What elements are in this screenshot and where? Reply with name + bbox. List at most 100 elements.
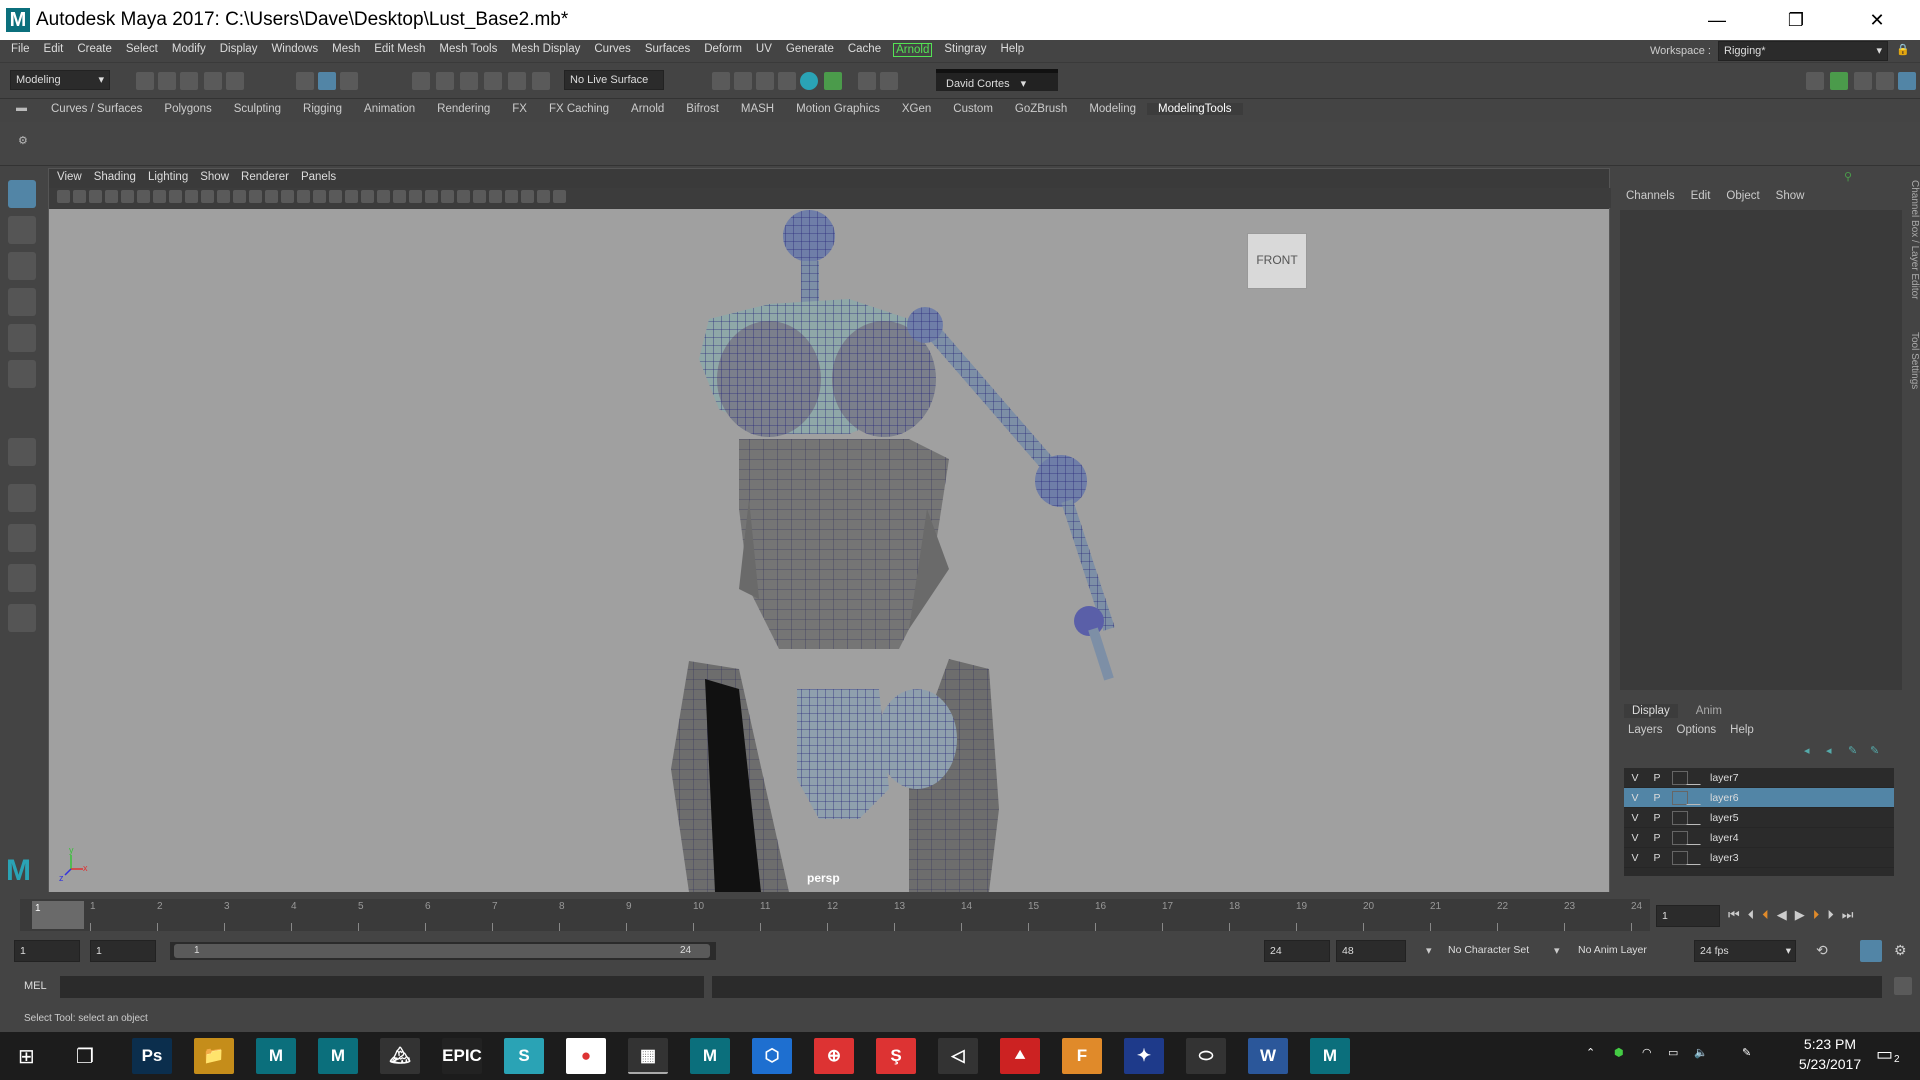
layer-type-icon[interactable]	[1686, 830, 1712, 845]
shelf-tab-custom[interactable]: Custom	[942, 103, 1004, 115]
pause-ipr-icon[interactable]	[880, 72, 898, 90]
new-layer-selected-icon[interactable]: ✎	[1870, 744, 1879, 757]
range-handle[interactable]	[174, 944, 710, 958]
viewport-3d[interactable]: x y z FRONT persp	[49, 209, 1609, 892]
panel-toolbar-icon[interactable]	[393, 190, 406, 203]
shelf-tab-arnold[interactable]: Arnold	[620, 103, 675, 115]
panel-toolbar-icon[interactable]	[169, 190, 182, 203]
workspace-select[interactable]: Rigging* ▾	[1718, 41, 1888, 61]
panel-toolbar-icon[interactable]	[553, 190, 566, 203]
channel-box-side-tab[interactable]: Channel Box / Layer Editor	[1909, 180, 1920, 300]
clock-date[interactable]: 5/23/2017	[1786, 1056, 1874, 1072]
wifi-icon[interactable]: ◠	[1642, 1046, 1652, 1059]
minimize-button[interactable]: —	[1694, 6, 1740, 34]
two-view-layout-icon[interactable]	[8, 564, 36, 592]
restore-button[interactable]: ❐	[1773, 6, 1819, 34]
taskbar-app[interactable]: S	[504, 1038, 544, 1074]
layer-menu-layers[interactable]: Layers	[1628, 724, 1663, 736]
taskbar-app[interactable]: ⊕	[814, 1038, 854, 1074]
anim-preferences-icon[interactable]: ⚙	[1894, 942, 1907, 959]
snap-view-plane-icon[interactable]	[484, 72, 502, 90]
playback-start-field[interactable]: 1	[90, 940, 156, 962]
panel-toolbar-icon[interactable]	[233, 190, 246, 203]
taskbar-app[interactable]: EPIC	[442, 1038, 482, 1074]
layer-color-swatch[interactable]	[1672, 790, 1688, 805]
outliner-layout-icon[interactable]	[8, 604, 36, 632]
paint-select-tool-icon[interactable]	[8, 252, 36, 280]
shelf-tab-xgen[interactable]: XGen	[891, 103, 942, 115]
layer-playback-toggle[interactable]: P	[1646, 792, 1668, 804]
panel-toolbar-icon[interactable]	[313, 190, 326, 203]
windows-start-icon[interactable]: ⊞	[18, 1044, 35, 1069]
panel-toolbar-icon[interactable]	[217, 190, 230, 203]
taskbar-app[interactable]: ⯅	[1000, 1038, 1040, 1074]
step-forward-key-icon[interactable]: ⏵	[1827, 907, 1834, 923]
panel-menu-shading[interactable]: Shading	[94, 169, 144, 187]
shelf-tab-fx-caching[interactable]: FX Caching	[538, 103, 620, 115]
shelf-tab-animation[interactable]: Animation	[353, 103, 426, 115]
arnold-render-view-icon[interactable]	[824, 72, 842, 90]
range-bar[interactable]: 1 24	[170, 942, 716, 960]
shelf-menu-icon[interactable]: ▬	[16, 102, 27, 114]
taskbar-app[interactable]: ✦	[1124, 1038, 1164, 1074]
render-history-icon[interactable]	[712, 72, 730, 90]
layer-color-swatch[interactable]	[1672, 770, 1688, 785]
menu-stingray[interactable]: Stingray	[937, 43, 993, 57]
menu-windows[interactable]: Windows	[264, 43, 325, 57]
go-to-end-icon[interactable]: ⏭	[1842, 907, 1854, 923]
panel-menu-lighting[interactable]: Lighting	[148, 169, 196, 187]
tray-app-icon[interactable]: ⬢	[1614, 1046, 1624, 1059]
snap-live-icon[interactable]	[508, 72, 526, 90]
layer-type-icon[interactable]	[1686, 810, 1712, 825]
layer-type-icon[interactable]	[1686, 790, 1712, 805]
menu-mesh-tools[interactable]: Mesh Tools	[432, 43, 504, 57]
channel-box-icon[interactable]	[1876, 72, 1894, 90]
layer-visibility-toggle[interactable]: V	[1624, 772, 1646, 784]
layer-row[interactable]: V Player5	[1624, 808, 1894, 828]
shelf-tab-modelingtools[interactable]: ModelingTools	[1147, 103, 1243, 115]
attribute-editor-icon[interactable]	[1830, 72, 1848, 90]
panel-menu-panels[interactable]: Panels	[301, 169, 344, 187]
select-tool-icon[interactable]	[8, 180, 36, 208]
shelf-tab-curves-surfaces[interactable]: Curves / Surfaces	[40, 103, 153, 115]
taskbar-app[interactable]: ◁	[938, 1038, 978, 1074]
panel-toolbar-icon[interactable]	[521, 190, 534, 203]
layer-row[interactable]: V Player6	[1624, 788, 1894, 808]
layer-row[interactable]: V Player3	[1624, 848, 1894, 868]
menuset-select[interactable]: Modeling ▾	[10, 70, 110, 90]
layer-tab-anim[interactable]: Anim	[1688, 704, 1730, 718]
last-tool-icon[interactable]	[8, 438, 36, 466]
auto-key-icon[interactable]	[1860, 940, 1882, 962]
channel-box-menu-show[interactable]: Show	[1776, 190, 1805, 202]
character-set-select[interactable]: No Character Set	[1448, 944, 1529, 956]
panel-toolbar-icon[interactable]	[297, 190, 310, 203]
move-layer-up-icon[interactable]: ◂	[1804, 744, 1810, 757]
new-layer-icon[interactable]: ✎	[1848, 744, 1857, 757]
tool-settings-icon[interactable]	[1854, 72, 1872, 90]
panel-toolbar-icon[interactable]	[377, 190, 390, 203]
move-tool-icon[interactable]	[8, 288, 36, 316]
panel-toolbar-icon[interactable]	[329, 190, 342, 203]
rotate-tool-icon[interactable]	[8, 324, 36, 352]
select-object-icon[interactable]	[318, 72, 336, 90]
command-input[interactable]	[60, 976, 704, 998]
panel-menu-view[interactable]: View	[57, 169, 90, 187]
lasso-tool-icon[interactable]	[8, 216, 36, 244]
menu-create[interactable]: Create	[70, 43, 119, 57]
shelf-tab-gozbrush[interactable]: GoZBrush	[1004, 103, 1078, 115]
pen-icon[interactable]: ✎	[1742, 1046, 1751, 1059]
taskbar-app[interactable]: M	[1310, 1038, 1350, 1074]
shelf-tab-fx[interactable]: FX	[501, 103, 538, 115]
panel-toolbar-icon[interactable]	[57, 190, 70, 203]
shelf-tab-rendering[interactable]: Rendering	[426, 103, 501, 115]
shelf-settings-icon[interactable]: ⚙	[18, 134, 28, 147]
clock-time[interactable]: 5:23 PM	[1786, 1036, 1874, 1052]
menu-mesh[interactable]: Mesh	[325, 43, 367, 57]
menu-select[interactable]: Select	[119, 43, 165, 57]
play-backwards-icon[interactable]: ◀	[1777, 907, 1787, 923]
current-frame-marker[interactable]: 1	[32, 901, 84, 929]
taskbar-app[interactable]: F	[1062, 1038, 1102, 1074]
layer-visibility-toggle[interactable]: V	[1624, 792, 1646, 804]
menu-deform[interactable]: Deform	[697, 43, 749, 57]
modeling-toolkit-icon[interactable]	[1806, 72, 1824, 90]
